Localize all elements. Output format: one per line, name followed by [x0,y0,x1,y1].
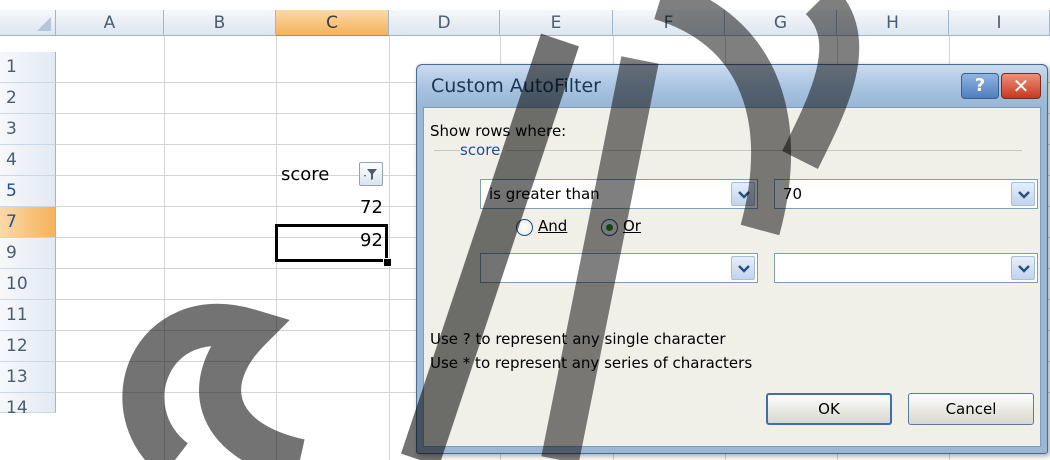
dropdown-arrow-icon[interactable] [1011,256,1035,280]
condition1-operator-select[interactable]: is greater than [480,179,758,209]
hint-series-characters: Use * to represent any series of charact… [430,354,753,372]
filter-funnel-icon [364,169,377,180]
column-header-g[interactable]: G [725,10,837,36]
group-divider [434,150,1022,151]
or-radio-label[interactable]: Or [623,217,641,235]
condition2-value-combo[interactable] [774,253,1038,283]
dropdown-arrow-icon[interactable] [731,182,755,206]
row-header-3[interactable]: 3 [0,114,56,145]
select-all-corner[interactable] [0,10,56,36]
autofilter-icon[interactable] [359,162,383,186]
cell-c7[interactable]: 92 [360,230,383,251]
column-header-h[interactable]: H [837,10,949,36]
fill-handle[interactable] [383,258,392,267]
column-header-e[interactable]: E [500,10,613,36]
dropdown-arrow-icon[interactable] [731,256,755,280]
show-rows-label: Show rows where: [430,122,567,140]
or-radio[interactable] [601,219,618,236]
row-header-10[interactable]: 10 [0,269,56,300]
help-icon[interactable]: ? [961,73,999,99]
row-header-13[interactable]: 13 [0,362,56,393]
row-header-7[interactable]: 7 [0,207,56,238]
condition1-value-combo[interactable]: 70 [774,179,1038,209]
column-header-d[interactable]: D [389,10,500,36]
column-header-c[interactable]: C [276,10,389,36]
column-header-b[interactable]: B [164,10,276,36]
row-header-4[interactable]: 4 [0,145,56,176]
dropdown-arrow-icon[interactable] [1011,182,1035,206]
group-label-score: score [460,141,507,159]
condition2-operator-select[interactable] [480,253,758,283]
and-radio-label[interactable]: And [538,217,567,235]
close-icon[interactable]: ✕ [1001,73,1041,99]
ok-button[interactable]: OK [766,393,892,425]
radio-selected-dot [606,224,613,231]
cell-c5[interactable]: 72 [360,197,383,218]
row-header-12[interactable]: 12 [0,331,56,362]
dialog-body: Show rows where: score is greater than 7… [423,107,1041,447]
cancel-button[interactable]: Cancel [908,393,1034,425]
row-header-1[interactable]: 1 [0,52,56,83]
column-header-i[interactable]: I [949,10,1050,36]
row-header-2[interactable]: 2 [0,83,56,114]
custom-autofilter-dialog: Custom AutoFilter ? ✕ Show rows where: s… [416,64,1048,454]
condition1-operator-value: is greater than [489,185,600,203]
condition1-value: 70 [783,185,803,203]
cell-c4[interactable]: score [281,164,329,185]
hint-single-character: Use ? to represent any single character [430,330,726,348]
column-header-a[interactable]: A [56,10,164,36]
row-header-11[interactable]: 11 [0,300,56,331]
row-header-14[interactable]: 14 [0,393,56,418]
column-header-f[interactable]: F [613,10,725,36]
dialog-titlebar[interactable]: Custom AutoFilter ? ✕ [417,65,1047,107]
gridline [389,36,390,460]
row-header-9[interactable]: 9 [0,238,56,269]
and-radio[interactable] [516,219,533,236]
select-all-icon [37,17,51,31]
row-header-5[interactable]: 5 [0,176,56,207]
dialog-title: Custom AutoFilter [431,75,601,97]
gridline [164,36,165,460]
